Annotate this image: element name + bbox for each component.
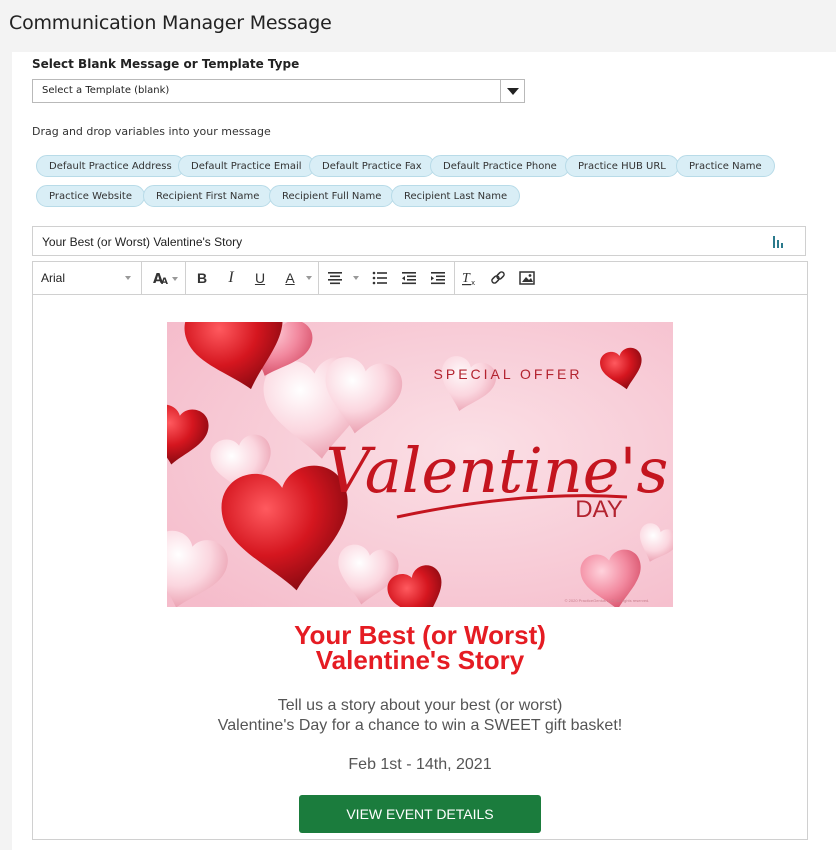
variable-chip[interactable]: Default Practice Phone: [430, 155, 570, 177]
headline-line: Valentine's Story: [315, 645, 525, 675]
template-select[interactable]: Select a Template (blank): [32, 79, 525, 103]
valentines-banner-image: SPECIAL OFFER Valentine's DAY © 2020 Pra…: [167, 322, 673, 607]
chevron-down-icon: [125, 276, 131, 280]
underline-button[interactable]: U: [251, 268, 269, 288]
svg-text:A: A: [161, 277, 168, 287]
event-dates: Feb 1st - 14th, 2021: [348, 756, 492, 773]
page-title: Communication Manager Message: [9, 12, 332, 34]
bold-button[interactable]: B: [193, 268, 211, 288]
variable-chip[interactable]: Practice HUB URL: [565, 155, 679, 177]
body-line: Tell us a story about your best (or wors…: [277, 697, 563, 714]
clear-formatting-button[interactable]: T x: [459, 268, 481, 288]
variable-chip[interactable]: Default Practice Fax: [309, 155, 435, 177]
message-panel: Select Blank Message or Template Type Se…: [12, 52, 836, 850]
font-family-value: Arial: [41, 271, 66, 285]
template-select-value: Select a Template (blank): [42, 85, 170, 96]
banner-special-offer: SPECIAL OFFER: [434, 366, 583, 382]
clear-formatting-icon: T x: [462, 271, 475, 287]
align-center-icon: [328, 272, 342, 285]
align-button[interactable]: [325, 268, 345, 288]
chevron-down-icon: [172, 277, 178, 281]
image-icon: [519, 271, 535, 285]
outdent-button[interactable]: [399, 268, 419, 288]
page-header: Communication Manager Message: [0, 0, 836, 52]
variable-chip[interactable]: Default Practice Address: [36, 155, 185, 177]
variable-chip[interactable]: Practice Website: [36, 185, 145, 207]
image-button[interactable]: [517, 268, 537, 288]
variables-label: Drag and drop variables into your messag…: [32, 125, 271, 138]
variable-chip[interactable]: Recipient First Name: [143, 185, 273, 207]
indent-button[interactable]: [428, 268, 448, 288]
italic-button[interactable]: I: [222, 268, 240, 288]
bullet-list-button[interactable]: [370, 268, 390, 288]
variable-chip[interactable]: Default Practice Email: [178, 155, 315, 177]
message-body-text: Tell us a story about your best (or wors…: [33, 696, 807, 736]
text-color-button[interactable]: A: [280, 268, 300, 288]
banner-copyright: © 2020 PracticeGenius LLC. All rights re…: [565, 598, 650, 603]
chevron-down-icon: [353, 276, 359, 280]
bullet-list-icon: [372, 271, 387, 285]
font-family-select[interactable]: Arial: [33, 262, 142, 294]
subject-input[interactable]: Your Best (or Worst) Valentine's Story: [32, 226, 806, 256]
variable-chip[interactable]: Recipient Full Name: [269, 185, 395, 207]
dropdown-arrow-icon[interactable]: [500, 80, 524, 102]
insert-variable-icon[interactable]: [773, 236, 783, 248]
svg-text:x: x: [471, 279, 475, 286]
toolbar-divider: [318, 262, 319, 294]
view-event-details-button[interactable]: VIEW EVENT DETAILS: [299, 795, 541, 833]
variable-chip[interactable]: Practice Name: [676, 155, 775, 177]
svg-text:T: T: [462, 271, 471, 286]
indent-icon: [431, 272, 445, 285]
message-body[interactable]: SPECIAL OFFER Valentine's DAY © 2020 Pra…: [33, 295, 807, 839]
template-select-label: Select Blank Message or Template Type: [32, 57, 300, 71]
toolbar-divider: [454, 262, 455, 294]
link-icon: [491, 271, 505, 284]
chevron-down-icon: [306, 276, 312, 280]
message-editor: Arial A A B I U A T x SPECIAL OFFER Vale…: [32, 261, 808, 840]
subject-value: Your Best (or Worst) Valentine's Story: [42, 235, 243, 249]
toolbar-divider: [185, 262, 186, 294]
editor-toolbar: Arial A A B I U A T x: [33, 262, 807, 295]
link-button[interactable]: [488, 268, 508, 288]
outdent-icon: [402, 272, 416, 285]
font-size-button[interactable]: A A: [149, 268, 179, 288]
banner-day: DAY: [575, 496, 623, 523]
body-line: Valentine's Day for a chance to win a SW…: [217, 717, 623, 734]
variable-chip[interactable]: Recipient Last Name: [391, 185, 521, 207]
message-headline: Your Best (or Worst) Valentine's Story: [33, 622, 807, 675]
